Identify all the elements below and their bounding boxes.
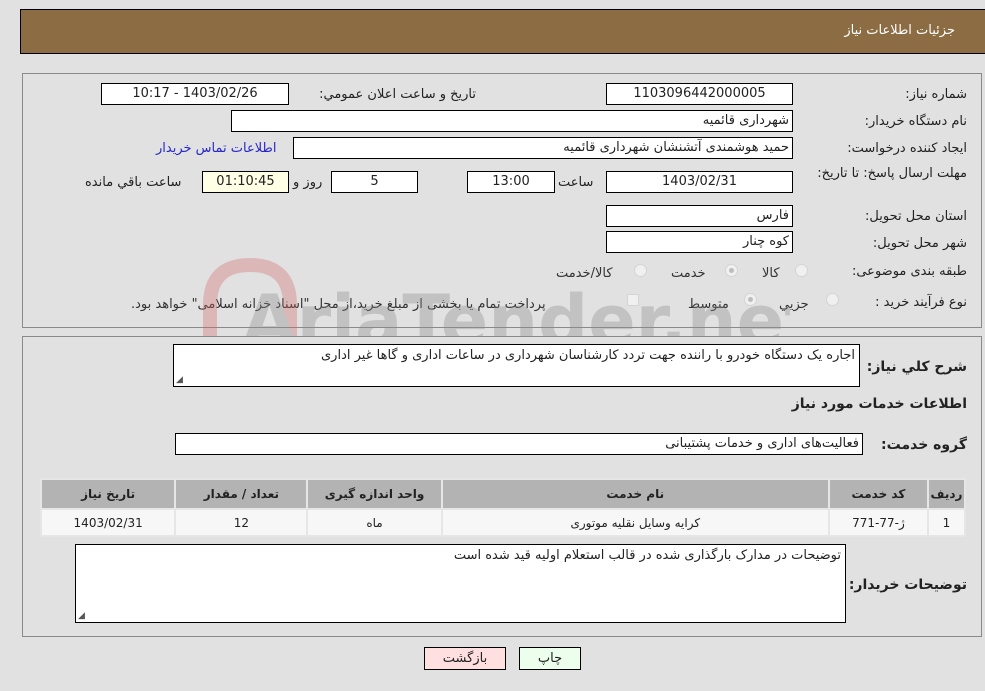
cell-quantity: 12 xyxy=(174,508,309,537)
category-radio-service[interactable] xyxy=(725,264,738,277)
deadline-label: مهلت ارسال پاسخ: تا تاریخ: xyxy=(817,166,967,181)
announce-label: تاریخ و ساعت اعلان عمومي: xyxy=(319,87,476,102)
col-header-service-code: کد خدمت xyxy=(827,478,929,510)
city-label: شهر محل تحویل: xyxy=(872,236,967,251)
city-field: کوه چنار xyxy=(606,231,793,253)
buyer-notes-textarea[interactable]: توضیحات در مدارک بارگذاری شده در قالب اس… xyxy=(75,544,846,623)
days-label: روز و xyxy=(293,175,323,190)
category-option-goods-service: کالا/خدمت xyxy=(556,266,613,281)
services-table: ردیف کد خدمت نام خدمت واحد اندازه گیری ت… xyxy=(39,478,967,537)
cell-unit: ماه xyxy=(306,508,443,537)
category-option-goods: کالا xyxy=(762,266,780,281)
cell-service-name: کرایه وسایل نقلیه موتوری xyxy=(440,508,830,537)
buyer-notes-text: توضیحات در مدارک بارگذاری شده در قالب اس… xyxy=(453,548,841,563)
buyer-contact-link[interactable]: اطلاعات تماس خریدار xyxy=(156,141,276,156)
category-label: طبقه بندی موضوعی: xyxy=(851,264,967,279)
col-header-service-name: نام خدمت xyxy=(440,478,830,510)
page-title: جزئیات اطلاعات نیاز xyxy=(844,23,955,38)
category-radio-goods-service[interactable] xyxy=(634,264,647,277)
buyer-name-label: نام دستگاه خریدار: xyxy=(864,114,967,129)
service-group-field: فعالیت‌های اداری و خدمات پشتیبانی xyxy=(175,433,863,455)
page-header: جزئیات اطلاعات نیاز xyxy=(20,9,985,54)
need-number-field: 1103096442000005 xyxy=(606,83,793,105)
category-radio-goods[interactable] xyxy=(795,264,808,277)
services-section-title: اطلاعات خدمات مورد نیاز xyxy=(791,396,967,412)
treasury-checkbox-label: پرداخت تمام یا بخشی از مبلغ خرید،از محل … xyxy=(131,297,546,312)
resize-handle-icon[interactable]: ◢ xyxy=(176,375,183,385)
service-group-label: گروه خدمت: xyxy=(881,437,967,453)
process-radio-medium[interactable] xyxy=(744,293,757,306)
col-header-quantity: تعداد / مقدار xyxy=(174,478,309,510)
process-option-minor: جزيي xyxy=(779,297,809,312)
print-button[interactable]: چاپ xyxy=(519,647,581,670)
province-label: استان محل تحویل: xyxy=(865,209,967,224)
cell-row-number: 1 xyxy=(926,508,967,537)
resize-handle-icon[interactable]: ◢ xyxy=(78,611,85,621)
col-header-row-number: ردیف xyxy=(926,478,967,510)
deadline-time-label: ساعت xyxy=(558,175,594,190)
buyer-notes-label: توضیحات خریدار: xyxy=(848,577,967,593)
cell-need-date: 1403/02/31 xyxy=(39,508,177,537)
remaining-days-field: 5 xyxy=(331,171,418,193)
summary-text: اجاره یک دستگاه خودرو با راننده جهت تردد… xyxy=(321,348,855,363)
deadline-time-field: 13:00 xyxy=(467,171,555,193)
need-number-label: شماره نیاز: xyxy=(905,87,967,102)
buyer-name-field: شهرداری قائمیه xyxy=(231,110,793,132)
process-label: نوع فرآیند خرید : xyxy=(875,295,967,310)
back-button[interactable]: بازگشت xyxy=(424,647,506,670)
category-option-service: خدمت xyxy=(671,266,706,281)
table-header-row: ردیف کد خدمت نام خدمت واحد اندازه گیری ت… xyxy=(39,478,967,510)
deadline-date-field: 1403/02/31 xyxy=(606,171,793,193)
summary-label: شرح کلي نیاز: xyxy=(866,359,967,375)
remaining-label: ساعت باقي مانده xyxy=(85,175,182,190)
col-header-need-date: تاریخ نیاز xyxy=(39,478,177,510)
creator-label: ایجاد کننده درخواست: xyxy=(847,141,967,156)
table-row: 1 ژ-77-771 کرایه وسایل نقلیه موتوری ماه … xyxy=(39,508,967,537)
process-option-medium: متوسط xyxy=(688,297,729,312)
province-field: فارس xyxy=(606,205,793,227)
creator-field: حمید هوشمندی آتشنشان شهرداری قائمیه xyxy=(293,137,793,159)
summary-textarea[interactable]: اجاره یک دستگاه خودرو با راننده جهت تردد… xyxy=(173,344,860,387)
process-radio-minor[interactable] xyxy=(826,293,839,306)
treasury-checkbox[interactable] xyxy=(627,294,639,306)
cell-service-code: ژ-77-771 xyxy=(827,508,929,537)
col-header-unit: واحد اندازه گیری xyxy=(306,478,443,510)
remaining-time-field: 01:10:45 xyxy=(202,171,289,193)
announce-datetime-field: 1403/02/26 - 10:17 xyxy=(101,83,289,105)
